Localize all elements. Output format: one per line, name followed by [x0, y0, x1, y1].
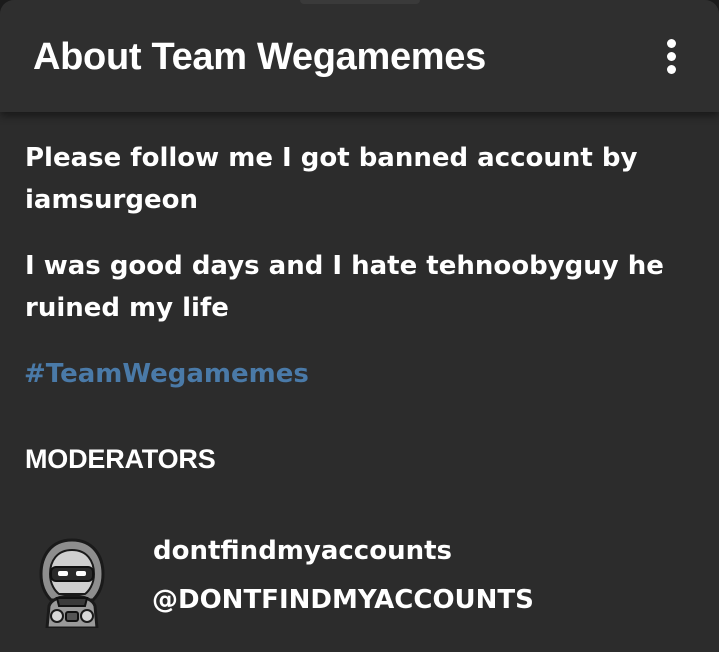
header-bar: About Team Wegamemes	[0, 0, 719, 112]
kebab-dot	[667, 52, 676, 61]
hashtag-link[interactable]: #TeamWegamemes	[24, 353, 309, 395]
hooded-ninja-avatar	[35, 536, 109, 630]
page-title: About Team Wegamemes	[33, 36, 486, 78]
about-panel: About Team Wegamemes Please follow me I …	[0, 0, 719, 652]
kebab-dot	[667, 65, 676, 74]
kebab-dot	[667, 39, 676, 48]
more-vertical-icon[interactable]	[656, 36, 688, 76]
moderator-item[interactable]: dontfindmyaccounts @DONTFINDMYACCOUNTS	[25, 528, 685, 638]
moderators-heading: MODERATORS	[25, 444, 216, 474]
about-paragraph: Please follow me I got banned account by…	[25, 143, 638, 215]
about-paragraph: I was good days and I hate tehnoobyguy h…	[25, 251, 664, 323]
drag-handle[interactable]	[300, 0, 420, 4]
moderator-handle: @DONTFINDMYACCOUNTS	[152, 585, 534, 615]
moderator-name: dontfindmyaccounts	[153, 536, 452, 566]
